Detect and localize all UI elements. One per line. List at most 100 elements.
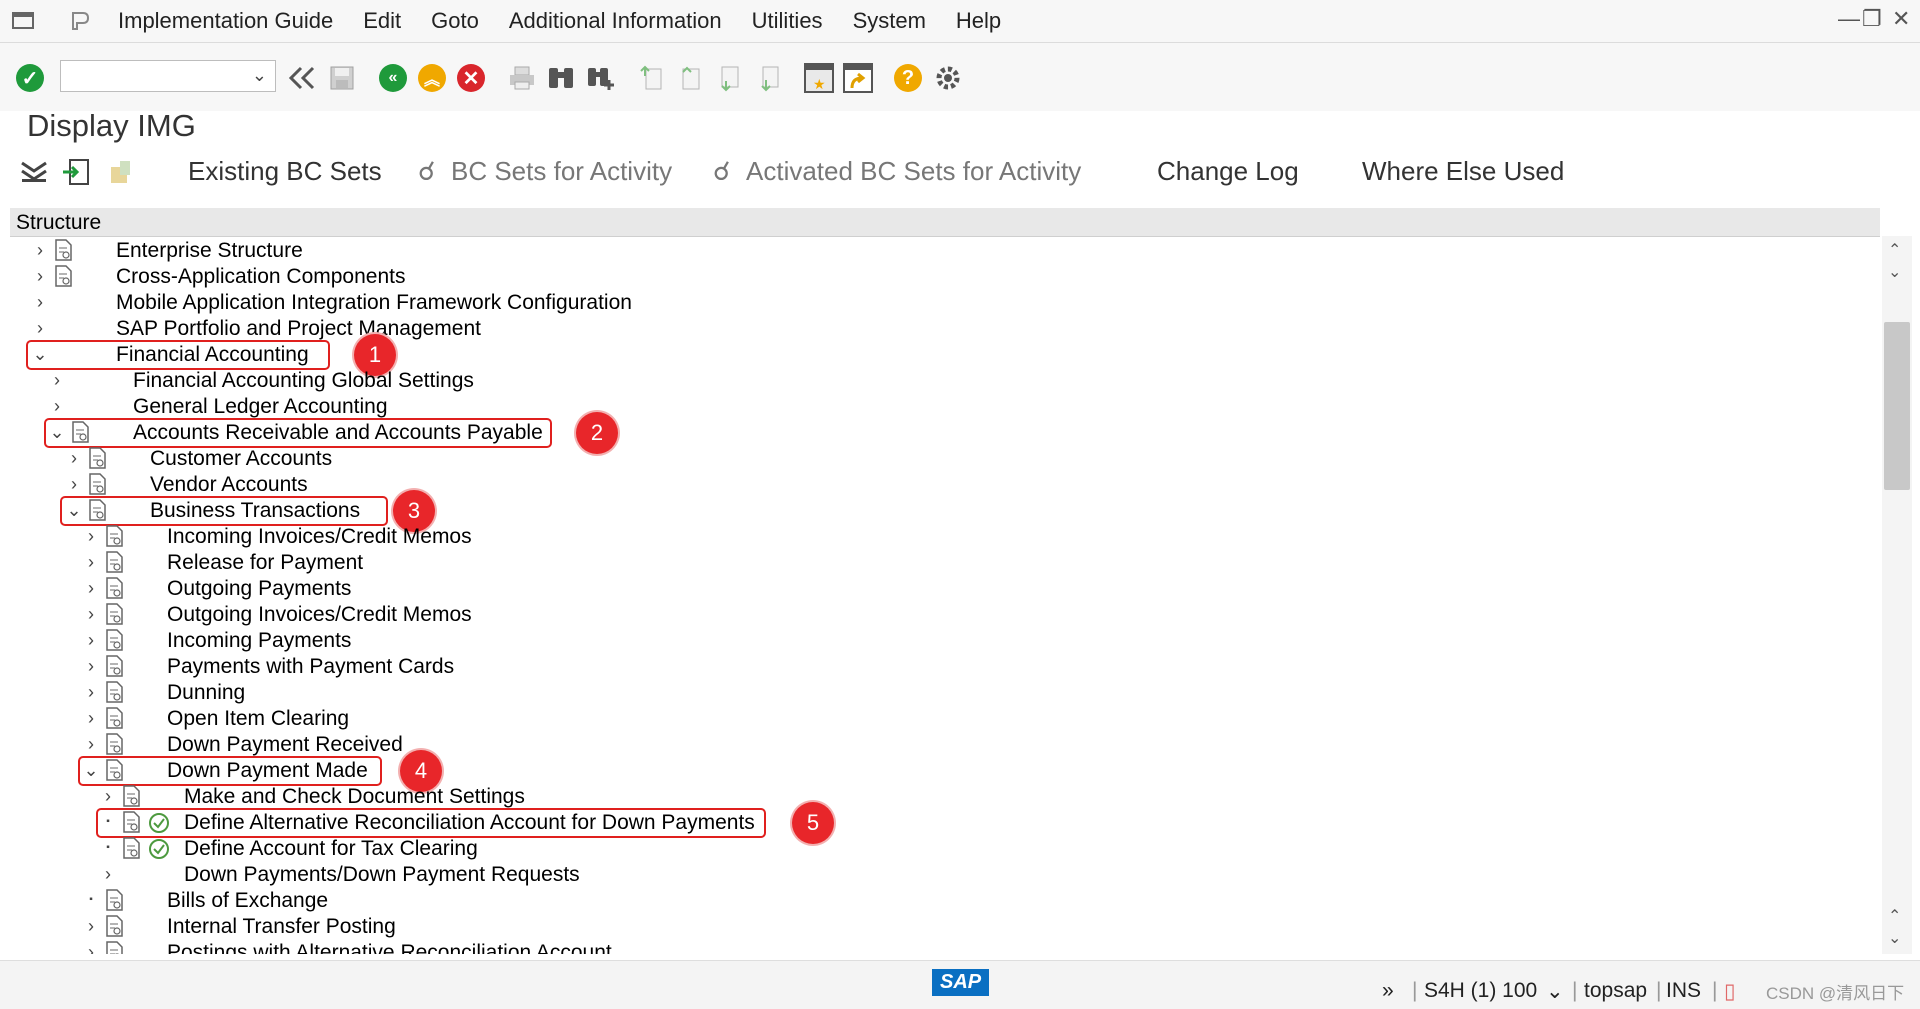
tree-node-label[interactable]: Payments with Payment Cards [167, 654, 454, 680]
expand-chevron-icon[interactable]: › [81, 629, 101, 651]
expand-chevron-icon[interactable]: › [81, 603, 101, 625]
tree-node[interactable]: › Vendor Accounts [10, 472, 1870, 498]
tree-node-label[interactable]: Postings with Alternative Reconciliation… [167, 940, 612, 954]
tree-node[interactable]: ▪ Define Account for Tax Clearing [10, 836, 1870, 862]
expand-chevron-icon[interactable]: › [81, 941, 101, 954]
scroll-up-icon[interactable]: ⌃ [1888, 240, 1901, 260]
documentation-icon[interactable] [105, 603, 125, 625]
tree-node[interactable]: › Cross-Application Components [10, 264, 1870, 290]
documentation-icon[interactable] [105, 577, 125, 599]
first-page-icon[interactable] [634, 60, 670, 96]
bc-sets-for-activity-button[interactable]: BC Sets for Activity [451, 156, 672, 187]
enter-button[interactable]: ✓ [12, 60, 48, 96]
expand-chevron-icon[interactable]: › [81, 655, 101, 677]
documentation-icon[interactable] [88, 473, 108, 495]
where-else-used-button[interactable]: Where Else Used [1362, 156, 1564, 187]
tree-node[interactable]: › General Ledger Accounting [10, 394, 1870, 420]
tree-node[interactable]: ⌄ Business Transactions 3 [10, 490, 1870, 532]
tree-node[interactable]: › Incoming Invoices/Credit Memos [10, 524, 1870, 550]
tree-node-label[interactable]: Make and Check Document Settings [184, 784, 525, 810]
expand-chevron-icon[interactable]: › [81, 577, 101, 599]
last-page-icon[interactable] [751, 60, 787, 96]
tree-node-label[interactable]: Mobile Application Integration Framework… [116, 290, 632, 316]
tree-node[interactable]: › Outgoing Invoices/Credit Memos [10, 602, 1870, 628]
shortcut-icon[interactable] [840, 60, 876, 96]
expand-subtree-icon[interactable] [16, 154, 52, 190]
system-menu-icon[interactable] [10, 7, 38, 35]
expand-chevron-icon[interactable]: › [98, 863, 118, 885]
tree-node[interactable]: › Down Payments/Down Payment Requests [10, 862, 1870, 888]
documentation-icon[interactable] [54, 239, 74, 261]
expand-chevron-icon[interactable]: › [47, 395, 67, 417]
tree-node[interactable]: › Make and Check Document Settings [10, 784, 1870, 810]
tree-node[interactable]: › Enterprise Structure [10, 238, 1870, 264]
tree-node[interactable]: › Open Item Clearing [10, 706, 1870, 732]
tree-node[interactable]: › Financial Accounting Global Settings [10, 368, 1870, 394]
settings-icon[interactable] [930, 60, 966, 96]
menu-system[interactable]: System [853, 8, 926, 34]
tree-node[interactable]: › Customer Accounts [10, 446, 1870, 472]
tree-node[interactable]: › Mobile Application Integration Framewor… [10, 290, 1870, 316]
save-icon[interactable] [324, 60, 360, 96]
expand-chevron-icon[interactable]: › [47, 369, 67, 391]
tree-node-label[interactable]: Outgoing Payments [167, 576, 351, 602]
expand-chevron-icon[interactable]: › [81, 915, 101, 937]
previous-page-icon[interactable] [673, 60, 709, 96]
activated-bc-sets-button[interactable]: Activated BC Sets for Activity [746, 156, 1081, 187]
tree-node-label[interactable]: Bills of Exchange [167, 888, 328, 914]
mark-icon[interactable] [104, 154, 140, 190]
system-info[interactable]: S4H (1) 100 [1424, 979, 1537, 1003]
documentation-icon[interactable] [105, 525, 125, 547]
menu-help[interactable]: Help [956, 8, 1001, 34]
execute-activity-icon[interactable] [148, 838, 170, 860]
expand-chevron-icon[interactable]: › [81, 551, 101, 573]
find-next-icon[interactable] [582, 60, 618, 96]
cancel-button[interactable]: ✕ [453, 60, 489, 96]
close-window-button[interactable]: ✕ [1892, 6, 1910, 32]
tree-node[interactable]: ▪ Define Alternative Reconciliation Accou… [10, 802, 1870, 844]
tree-node-label[interactable]: SAP Portfolio and Project Management [116, 316, 481, 342]
menu-implementation-guide[interactable]: Implementation Guide [118, 8, 333, 34]
tree-node-label[interactable]: Open Item Clearing [167, 706, 349, 732]
command-field[interactable]: ⌄ [60, 60, 276, 92]
documentation-icon[interactable] [105, 733, 125, 755]
next-page-icon[interactable] [712, 60, 748, 96]
scroll-down-icon-bottom[interactable]: ⌄ [1888, 928, 1901, 948]
expand-chevron-icon[interactable]: › [98, 785, 118, 807]
tree-node[interactable]: › Dunning [10, 680, 1870, 706]
tree-node-label[interactable]: Dunning [167, 680, 245, 706]
documentation-icon[interactable] [105, 707, 125, 729]
position-cursor-icon[interactable] [58, 154, 94, 190]
tree-node-label[interactable]: Outgoing Invoices/Credit Memos [167, 602, 472, 628]
tree-node-label[interactable]: Down Payments/Down Payment Requests [184, 862, 580, 888]
documentation-icon[interactable] [105, 941, 125, 954]
tree-node-label[interactable]: Financial Accounting Global Settings [133, 368, 474, 394]
change-log-button[interactable]: Change Log [1157, 156, 1299, 187]
documentation-icon[interactable] [105, 681, 125, 703]
menu-utilities[interactable]: Utilities [752, 8, 823, 34]
expand-chevron-icon[interactable]: › [81, 525, 101, 547]
tree-node-label[interactable]: Vendor Accounts [150, 472, 308, 498]
tree-node[interactable]: ⌄ Down Payment Made 4 [10, 750, 1870, 792]
tree-node[interactable]: › SAP Portfolio and Project Management [10, 316, 1870, 342]
scroll-up-icon-bottom[interactable]: ⌃ [1888, 906, 1901, 926]
expand-chevron-icon[interactable]: › [30, 265, 50, 287]
menu-goto[interactable]: Goto [431, 8, 479, 34]
tree-node[interactable]: › Internal Transfer Posting [10, 914, 1870, 940]
expand-chevron-icon[interactable]: › [81, 707, 101, 729]
tree-node-label[interactable]: Define Account for Tax Clearing [184, 836, 478, 862]
existing-bc-sets-button[interactable]: Existing BC Sets [188, 156, 382, 187]
chevron-down-icon[interactable]: ⌄ [252, 65, 267, 86]
tree-node[interactable]: › Incoming Payments [10, 628, 1870, 654]
new-session-icon[interactable]: ★ [801, 60, 837, 96]
documentation-icon[interactable] [88, 447, 108, 469]
tree-node[interactable]: › Release for Payment [10, 550, 1870, 576]
expand-chevron-icon[interactable]: › [81, 681, 101, 703]
documentation-icon[interactable] [105, 915, 125, 937]
tree-node-label[interactable]: Internal Transfer Posting [167, 914, 396, 940]
documentation-icon[interactable] [105, 889, 125, 911]
menu-edit[interactable]: Edit [363, 8, 401, 34]
scroll-down-icon[interactable]: ⌄ [1888, 262, 1901, 282]
tree-node[interactable]: ⌄ Accounts Receivable and Accounts Payabl… [10, 412, 1870, 454]
tree-node-label[interactable]: Release for Payment [167, 550, 363, 576]
